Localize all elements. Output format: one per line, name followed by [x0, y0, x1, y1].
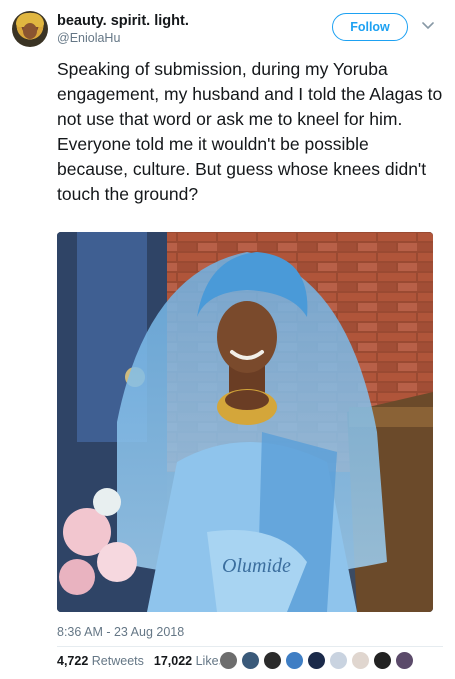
liker-avatar[interactable] — [351, 651, 370, 670]
liker-avatar[interactable] — [329, 651, 348, 670]
photo-caption-text: Olumide — [222, 555, 291, 577]
likes-stat[interactable]: 17,022 Likes — [154, 654, 225, 668]
divider — [57, 646, 443, 647]
liker-avatar[interactable] — [373, 651, 392, 670]
author-avatar[interactable] — [12, 11, 48, 47]
liker-avatar[interactable] — [285, 651, 304, 670]
retweets-count: 4,722 — [57, 654, 89, 668]
liker-avatar[interactable] — [307, 651, 326, 670]
photo-illustration: Olumide — [57, 232, 433, 612]
liker-avatar[interactable] — [395, 651, 414, 670]
retweets-label: Retweets — [91, 654, 144, 668]
liker-avatars — [219, 651, 414, 671]
avatar-face — [23, 23, 37, 39]
retweets-stat[interactable]: 4,722 Retweets — [57, 654, 144, 668]
author-display-name[interactable]: beauty. spirit. light. — [57, 12, 189, 30]
liker-avatar[interactable] — [219, 651, 238, 670]
likes-count: 17,022 — [153, 654, 193, 668]
author-info[interactable]: beauty. spirit. light. @EniolaHu — [57, 12, 189, 47]
tweet-timestamp[interactable]: 8:36 AM - 23 Aug 2018 — [57, 625, 184, 639]
liker-avatar[interactable] — [263, 651, 282, 670]
chevron-down-icon[interactable] — [421, 19, 435, 33]
tweet-stats: 4,722 Retweets 17,022 Likes — [57, 654, 225, 668]
follow-button[interactable]: Follow — [332, 13, 408, 41]
tweet-photo[interactable]: Olumide — [57, 232, 433, 612]
tweet-card: beauty. spirit. light. @EniolaHu Follow … — [0, 0, 455, 679]
tweet-text: Speaking of submission, during my Yoruba… — [57, 59, 443, 204]
author-handle[interactable]: @EniolaHu — [57, 30, 189, 47]
liker-avatar[interactable] — [241, 651, 260, 670]
